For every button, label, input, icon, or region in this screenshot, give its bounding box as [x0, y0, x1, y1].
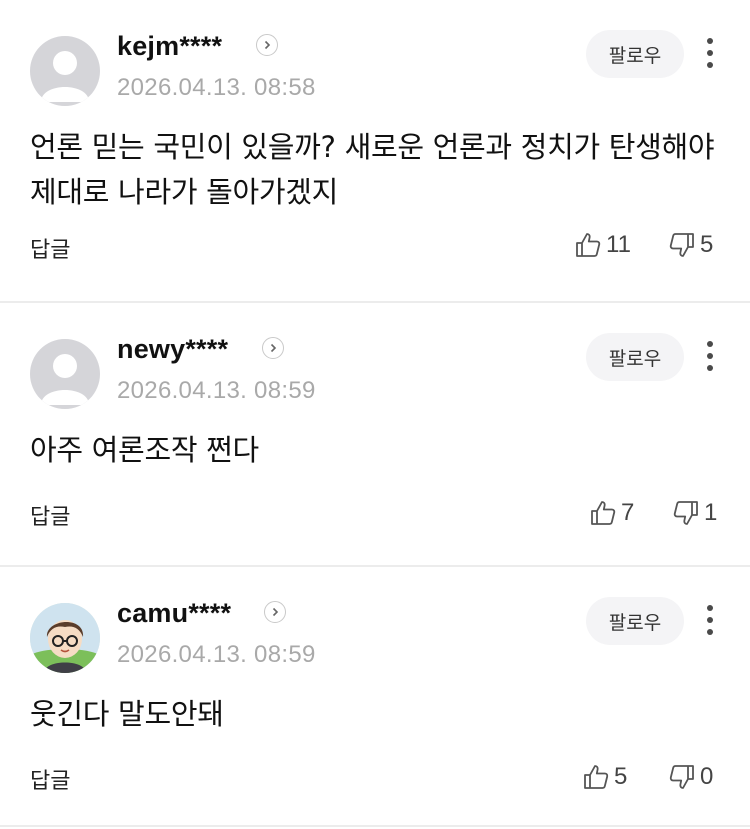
more-options-icon[interactable] — [700, 339, 720, 373]
comment-item: camu**** 2026.04.13. 08:59 팔로우 웃긴다 말도안돼 … — [0, 565, 750, 827]
follow-button[interactable]: 팔로우 — [586, 333, 684, 381]
like-button[interactable]: 11 — [574, 231, 631, 259]
thumbs-down-icon — [668, 763, 696, 791]
follow-button[interactable]: 팔로우 — [586, 30, 684, 78]
dislike-count: 0 — [700, 763, 714, 790]
more-options-icon[interactable] — [700, 36, 720, 70]
comment-date: 2026.04.13. 08:59 — [117, 641, 316, 668]
comment-nickname[interactable]: kejm**** — [117, 31, 222, 62]
character-avatar-glasses[interactable] — [30, 603, 100, 673]
like-button[interactable]: 7 — [589, 499, 634, 527]
default-avatar-icon[interactable] — [30, 36, 100, 106]
chevron-right-icon[interactable] — [264, 601, 286, 623]
dislike-button[interactable]: 5 — [668, 231, 713, 259]
like-count: 7 — [621, 499, 635, 526]
dislike-button[interactable]: 0 — [668, 763, 713, 791]
dislike-count: 5 — [700, 231, 714, 258]
comment-text: 언론 믿는 국민이 있을까? 새로운 언론과 정치가 탄생해야 제대로 나라가 … — [30, 130, 715, 209]
dislike-button[interactable]: 1 — [672, 499, 717, 527]
follow-button[interactable]: 팔로우 — [586, 597, 684, 645]
like-count: 5 — [614, 763, 628, 790]
comment-date: 2026.04.13. 08:59 — [117, 377, 316, 404]
thumbs-up-icon — [589, 499, 617, 527]
more-options-icon[interactable] — [700, 603, 720, 637]
dislike-count: 1 — [704, 499, 718, 526]
thumbs-down-icon — [668, 231, 696, 259]
comment-item: kejm**** 2026.04.13. 08:58 팔로우 언론 믿는 국민이… — [0, 0, 750, 301]
like-count: 11 — [606, 231, 631, 258]
thumbs-down-icon — [672, 499, 700, 527]
reply-button[interactable]: 답글 — [30, 232, 70, 264]
comment-text: 웃긴다 말도안돼 — [30, 697, 224, 731]
thumbs-up-icon — [574, 231, 602, 259]
comment-date: 2026.04.13. 08:58 — [117, 74, 316, 101]
default-avatar-icon[interactable] — [30, 339, 100, 409]
like-button[interactable]: 5 — [582, 763, 627, 791]
comment-text: 아주 여론조작 쩐다 — [30, 433, 259, 467]
chevron-right-icon[interactable] — [256, 34, 278, 56]
chevron-right-icon[interactable] — [262, 337, 284, 359]
reply-button[interactable]: 답글 — [30, 763, 70, 795]
comment-nickname[interactable]: camu**** — [117, 598, 231, 629]
comment-nickname[interactable]: newy**** — [117, 334, 228, 365]
thumbs-up-icon — [582, 763, 610, 791]
comment-item: newy**** 2026.04.13. 08:59 팔로우 아주 여론조작 쩐… — [0, 301, 750, 565]
reply-button[interactable]: 답글 — [30, 499, 70, 531]
